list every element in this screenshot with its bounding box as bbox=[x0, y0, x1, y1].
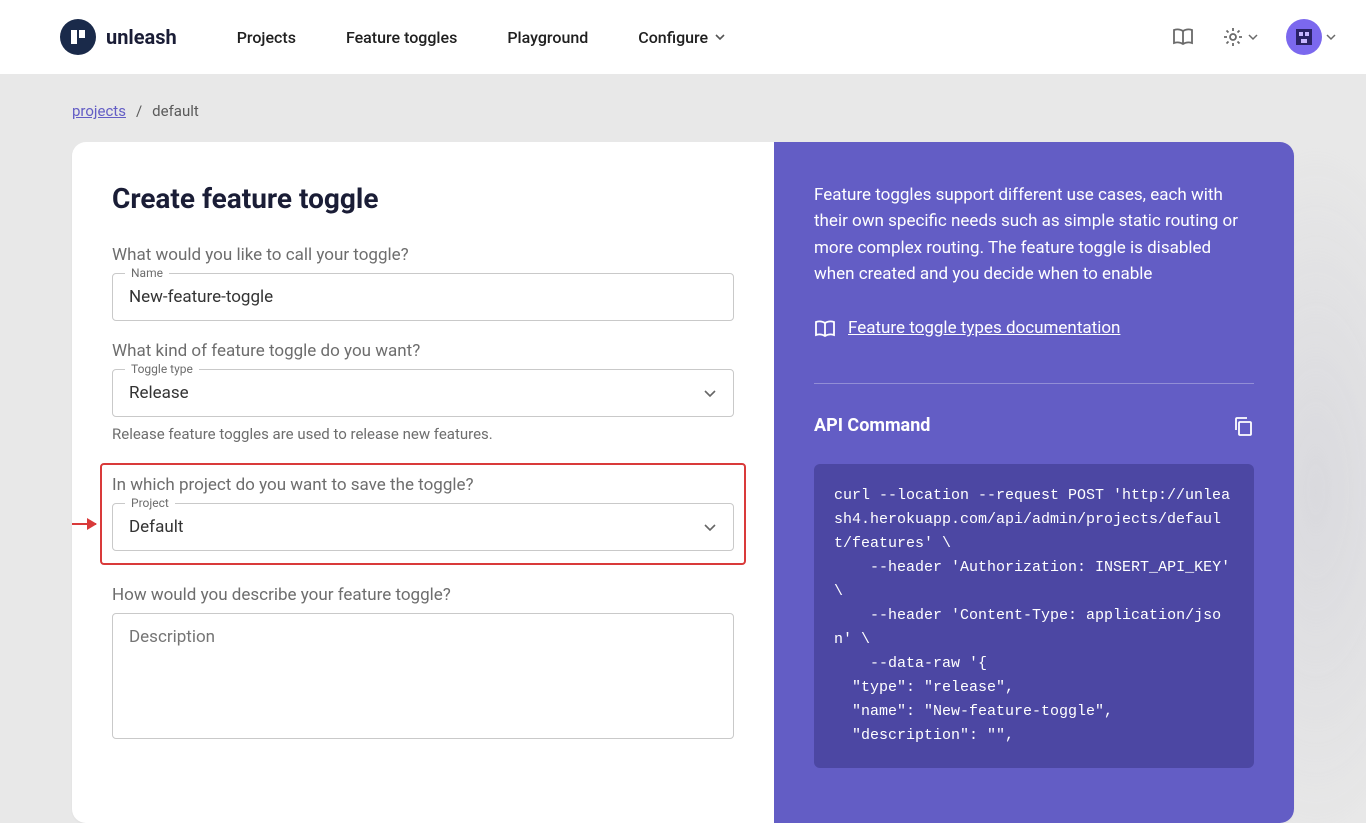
info-panel: Feature toggles support different use ca… bbox=[774, 142, 1294, 823]
settings-menu[interactable] bbox=[1222, 26, 1258, 48]
form-panel: Create feature toggle What would you lik… bbox=[72, 142, 774, 823]
nav-projects[interactable]: Projects bbox=[237, 28, 296, 47]
avatar bbox=[1286, 19, 1322, 55]
type-field-block: What kind of feature toggle do you want?… bbox=[112, 341, 734, 443]
user-menu[interactable] bbox=[1286, 19, 1336, 55]
type-value: Release bbox=[113, 370, 687, 416]
info-intro-text: Feature toggles support different use ca… bbox=[814, 182, 1254, 287]
gear-icon bbox=[1222, 26, 1244, 48]
docs-icon-button[interactable] bbox=[1172, 27, 1194, 47]
topbar-actions bbox=[1172, 19, 1336, 55]
brand-logo[interactable]: unleash bbox=[60, 19, 177, 55]
breadcrumb: projects / default bbox=[72, 102, 1294, 120]
description-input-wrap bbox=[112, 613, 734, 739]
breadcrumb-projects-link[interactable]: projects bbox=[72, 102, 126, 120]
project-value: Default bbox=[113, 504, 687, 550]
project-select[interactable]: Project Default bbox=[112, 503, 734, 551]
annotation-arrow bbox=[72, 523, 96, 525]
name-field-block: What would you like to call your toggle?… bbox=[112, 245, 734, 321]
type-question: What kind of feature toggle do you want? bbox=[112, 341, 734, 361]
name-input-wrap: Name bbox=[112, 273, 734, 321]
api-command-title: API Command bbox=[814, 412, 930, 440]
description-field-block: How would you describe your feature togg… bbox=[112, 585, 734, 739]
divider bbox=[814, 383, 1254, 384]
project-highlight-box: In which project do you want to save the… bbox=[100, 463, 746, 565]
nav-configure-label: Configure bbox=[638, 28, 708, 47]
topbar: unleash Projects Feature toggles Playgro… bbox=[0, 0, 1366, 74]
name-input[interactable] bbox=[113, 274, 733, 320]
nav-playground[interactable]: Playground bbox=[507, 28, 588, 47]
type-helper: Release feature toggles are used to rele… bbox=[112, 425, 734, 443]
nav-configure[interactable]: Configure bbox=[638, 28, 726, 47]
breadcrumb-separator: / bbox=[136, 102, 142, 120]
api-command-header: API Command bbox=[814, 412, 1254, 440]
page-title: Create feature toggle bbox=[112, 182, 734, 215]
nav-feature-toggles[interactable]: Feature toggles bbox=[346, 28, 457, 47]
breadcrumb-current: default bbox=[152, 102, 199, 120]
chevron-down-icon bbox=[1326, 32, 1336, 42]
book-icon bbox=[814, 319, 836, 339]
chevron-down-icon bbox=[714, 31, 726, 43]
documentation-link[interactable]: Feature toggle types documentation bbox=[814, 315, 1120, 341]
main-nav: Projects Feature toggles Playground Conf… bbox=[237, 28, 1172, 47]
api-code-block[interactable]: curl --location --request POST 'http://u… bbox=[814, 464, 1254, 768]
brand-name: unleash bbox=[106, 25, 177, 49]
chevron-down-icon bbox=[687, 386, 733, 400]
toggle-type-select[interactable]: Toggle type Release bbox=[112, 369, 734, 417]
project-question: In which project do you want to save the… bbox=[112, 475, 734, 495]
description-question: How would you describe your feature togg… bbox=[112, 585, 734, 605]
documentation-link-text: Feature toggle types documentation bbox=[848, 315, 1120, 341]
name-label: Name bbox=[125, 266, 169, 280]
copy-button[interactable] bbox=[1232, 415, 1254, 437]
copy-icon bbox=[1232, 415, 1254, 437]
chevron-down-icon bbox=[1248, 32, 1258, 42]
logo-mark-icon bbox=[60, 19, 96, 55]
project-label: Project bbox=[125, 496, 175, 510]
name-question: What would you like to call your toggle? bbox=[112, 245, 734, 265]
type-label: Toggle type bbox=[125, 362, 199, 376]
description-input[interactable] bbox=[113, 614, 733, 734]
page-body: projects / default Create feature toggle… bbox=[0, 74, 1366, 823]
chevron-down-icon bbox=[687, 520, 733, 534]
create-toggle-card: Create feature toggle What would you lik… bbox=[72, 142, 1294, 823]
